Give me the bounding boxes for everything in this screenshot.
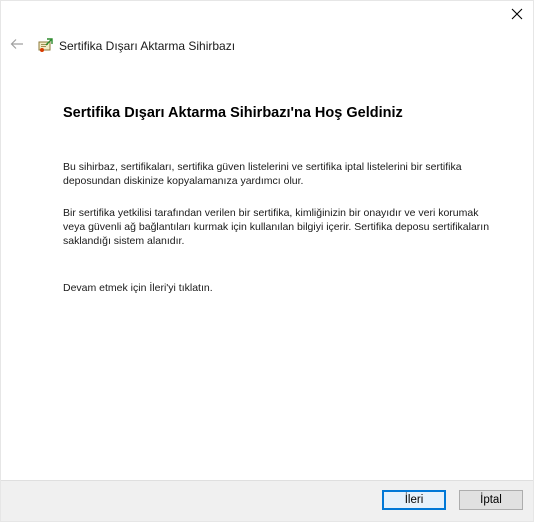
export-wizard-window: Sertifika Dışarı Aktarma Sihirbazı Serti…	[0, 0, 534, 522]
continue-instruction: Devam etmek için İleri'yi tıklatın.	[63, 282, 213, 294]
wizard-content: Sertifika Dışarı Aktarma Sihirbazı'na Ho…	[63, 105, 493, 295]
window-title: Sertifika Dışarı Aktarma Sihirbazı	[59, 39, 236, 53]
next-button[interactable]: İleri	[382, 490, 446, 510]
welcome-heading: Sertifika Dışarı Aktarma Sihirbazı'na Ho…	[63, 105, 403, 121]
back-arrow-icon	[10, 37, 24, 55]
certificate-info-paragraph: Bir sertifika yetkilisi tarafından veril…	[63, 207, 490, 247]
back-button[interactable]	[7, 36, 27, 56]
intro-paragraph: Bu sihirbaz, sertifikaları, sertifika gü…	[63, 161, 462, 187]
button-bar: İleri İptal	[1, 480, 533, 521]
cancel-button[interactable]: İptal	[459, 490, 523, 510]
wizard-header: Sertifika Dışarı Aktarma Sihirbazı	[1, 33, 533, 59]
certificate-wizard-icon	[37, 38, 53, 54]
close-button[interactable]	[501, 1, 533, 31]
close-icon	[511, 7, 523, 25]
